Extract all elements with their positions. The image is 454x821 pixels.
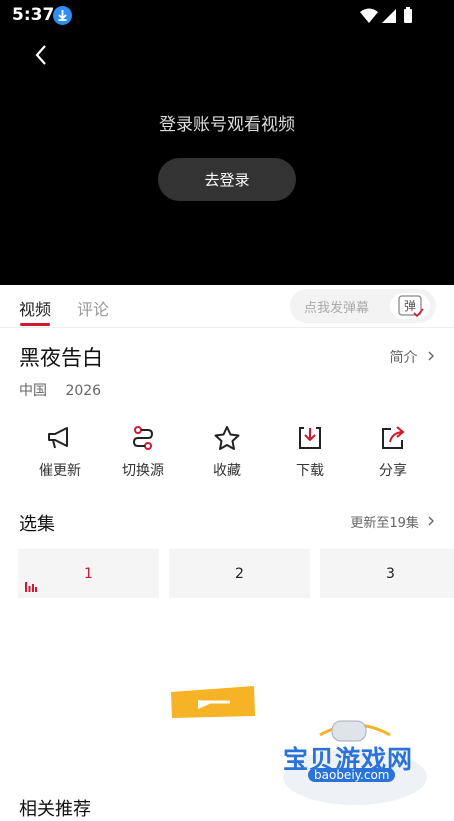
- tv-loading-icon: [168, 684, 258, 726]
- tab-video[interactable]: 视频: [19, 296, 51, 320]
- signal-icon: [382, 9, 396, 23]
- urge-update-button[interactable]: 催更新: [20, 420, 100, 480]
- status-bar: 5:37: [0, 0, 454, 32]
- episode-number: 1: [84, 565, 93, 582]
- episodes-section-title: 选集: [19, 514, 55, 535]
- playing-bars-icon: [25, 582, 37, 592]
- episodes-update-text: 更新至19集: [350, 516, 419, 531]
- danmaku-placeholder: 点我发弹幕: [304, 301, 370, 316]
- video-player[interactable]: 5:37 登录账号观看视频 去登录: [0, 0, 454, 285]
- tab-comments[interactable]: 评论: [77, 296, 109, 320]
- download-button[interactable]: 下载: [270, 420, 350, 480]
- episode-item[interactable]: 2: [169, 549, 310, 598]
- episode-number: 2: [235, 565, 244, 582]
- switch-source-button[interactable]: 切换源: [103, 420, 183, 480]
- episode-item[interactable]: 1: [18, 549, 159, 598]
- chevron-right-icon: [428, 351, 434, 361]
- show-year: 2026: [65, 383, 102, 399]
- wifi-icon: [360, 8, 378, 23]
- show-title: 黑夜告白: [19, 346, 103, 370]
- show-meta: 中国 2026: [19, 380, 115, 400]
- status-time: 5:37: [12, 5, 55, 25]
- danmaku-badge: 弹: [404, 299, 416, 313]
- download-label: 下载: [296, 463, 324, 479]
- favorite-label: 收藏: [213, 463, 241, 479]
- favorite-button[interactable]: 收藏: [187, 420, 267, 480]
- route-switch-icon: [132, 426, 154, 450]
- next-section-title: 相关推荐: [19, 799, 91, 820]
- login-prompt: 登录账号观看视频: [159, 115, 295, 135]
- download-icon: [299, 427, 321, 449]
- show-region: 中国: [19, 383, 47, 399]
- share-icon: [382, 426, 405, 449]
- share-button[interactable]: 分享: [353, 420, 433, 480]
- intro-link[interactable]: 简介: [390, 347, 436, 367]
- danmaku-toggle-button[interactable]: 弹: [390, 293, 430, 319]
- switch-source-label: 切换源: [122, 463, 164, 479]
- megaphone-icon: [48, 427, 68, 449]
- urge-update-label: 催更新: [39, 463, 81, 479]
- chevron-right-icon: [428, 516, 434, 526]
- share-label: 分享: [379, 463, 407, 479]
- login-button[interactable]: 去登录: [158, 158, 296, 201]
- episodes-more-link[interactable]: 更新至19集: [350, 512, 436, 531]
- episode-number: 3: [386, 565, 395, 582]
- episode-item[interactable]: 3: [320, 549, 454, 598]
- active-tab-indicator: [20, 323, 50, 326]
- danmaku-input[interactable]: 点我发弹幕 弹: [290, 289, 436, 323]
- intro-label: 简介: [389, 350, 418, 366]
- status-icons: [358, 7, 418, 29]
- star-icon: [214, 426, 240, 450]
- action-row: 催更新 切换源 收藏 下载 分享: [0, 420, 454, 490]
- watermark-url: baobeiy.com: [308, 768, 396, 782]
- battery-icon: [404, 9, 412, 23]
- back-button[interactable]: [30, 42, 52, 68]
- download-notification-icon: [53, 6, 72, 25]
